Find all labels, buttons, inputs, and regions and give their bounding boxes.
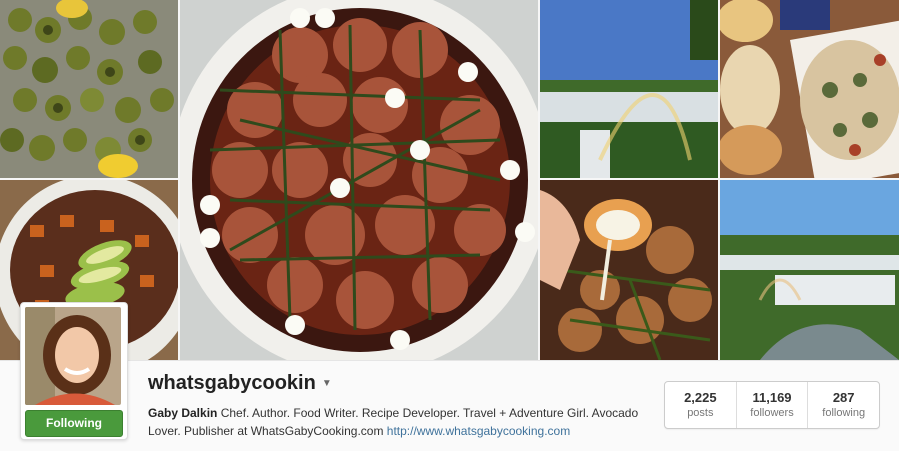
avatar-image — [25, 307, 121, 405]
stat-followers[interactable]: 11,169 followers — [735, 382, 808, 428]
iguazu-falls-image — [540, 0, 718, 178]
website-link[interactable]: http://www.whatsgabycooking.com — [387, 424, 570, 438]
profile-stats: 2,225 posts 11,169 followers 287 followi… — [664, 381, 880, 429]
photo-iguazu-falls-wide[interactable] — [720, 180, 899, 360]
stat-following[interactable]: 287 following — [807, 382, 879, 428]
posts-count: 2,225 — [684, 390, 717, 405]
photo-meatballs-pot[interactable] — [180, 0, 538, 360]
photo-arancini-bite[interactable] — [540, 180, 718, 360]
spinach-dip-image — [720, 0, 899, 178]
username-row: whatsgabycookin ▼ — [148, 372, 332, 395]
profile-avatar-card: Following — [20, 302, 128, 440]
avatar[interactable] — [25, 307, 121, 405]
posts-label: posts — [687, 407, 714, 419]
photo-spinach-dip[interactable] — [720, 0, 899, 178]
photo-iguazu-falls-rainbow[interactable] — [540, 0, 718, 178]
following-button[interactable]: Following — [25, 410, 123, 437]
arancini-bite-image — [540, 180, 718, 360]
brussels-sprouts-image — [0, 0, 178, 178]
followers-label: followers — [750, 407, 794, 419]
photo-brussels-sprouts[interactable] — [0, 0, 178, 178]
following-label: following — [822, 407, 866, 419]
profile-bio: Gaby Dalkin Chef. Author. Food Writer. R… — [148, 404, 648, 440]
followers-count: 11,169 — [752, 390, 792, 405]
stat-posts[interactable]: 2,225 posts — [665, 382, 736, 428]
caret-down-icon[interactable]: ▼ — [322, 378, 332, 389]
iguazu-wide-image — [720, 180, 899, 360]
bio-name: Gaby Dalkin — [148, 406, 218, 420]
following-count: 287 — [832, 390, 855, 405]
meatballs-pot-image — [180, 0, 538, 360]
username: whatsgabycookin — [148, 372, 316, 394]
